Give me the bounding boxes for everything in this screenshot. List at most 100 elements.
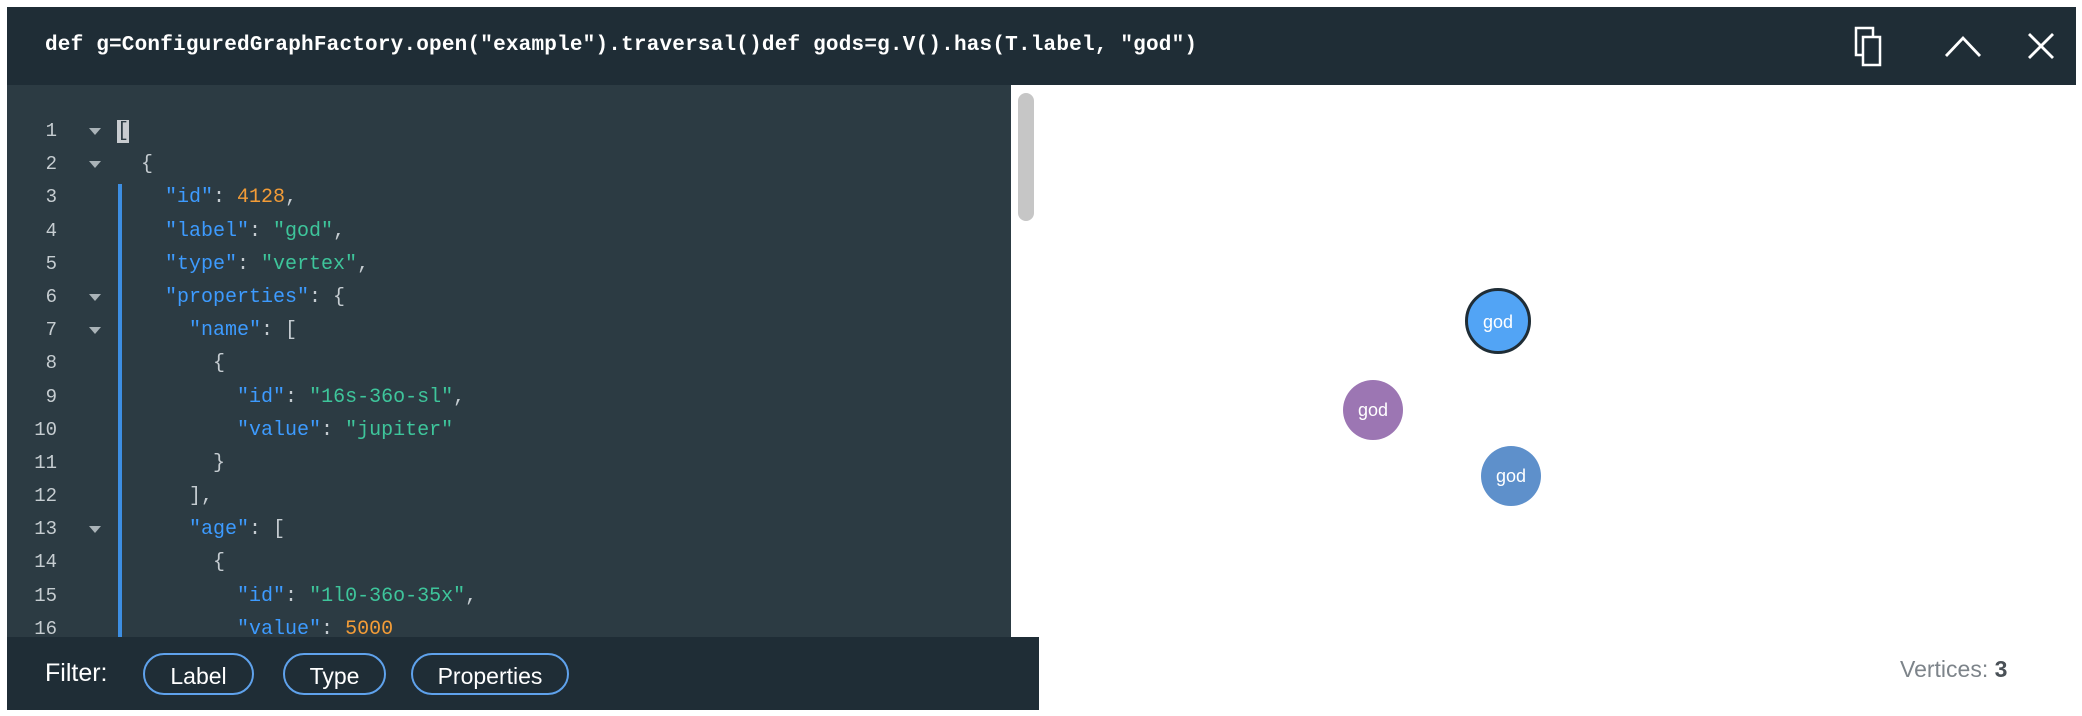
code-token: : { [309, 285, 346, 309]
fold-caret-icon[interactable] [87, 281, 103, 314]
code-text: ], [117, 480, 213, 513]
code-text: "type": "vertex", [117, 248, 369, 281]
graph-node[interactable]: god [1343, 380, 1403, 440]
code-token: "id" [237, 584, 286, 608]
code-text: "name": [ [117, 314, 297, 347]
fold-caret-icon[interactable] [87, 314, 103, 347]
editor-scrollbar-thumb[interactable] [1018, 93, 1034, 221]
code-text: { [117, 347, 225, 380]
graph-node[interactable]: god [1465, 288, 1531, 354]
code-line[interactable]: 13 "age": [ [7, 513, 1007, 546]
fold-caret-icon[interactable] [87, 148, 103, 181]
code-line[interactable]: 1[ [7, 115, 1007, 148]
code-token: : [249, 219, 274, 243]
code-line[interactable]: 9 "id": "16s-36o-sl", [7, 381, 1007, 414]
filter-label: Filter: [45, 659, 108, 687]
line-number: 10 [34, 418, 57, 441]
code-line[interactable]: 12 ], [7, 480, 1007, 513]
code-line[interactable]: 14 { [7, 546, 1007, 579]
code-line[interactable]: 7 "name": [ [7, 314, 1007, 347]
code-token: 5000 [345, 617, 394, 637]
filter-chip-type[interactable]: Type [283, 653, 386, 695]
code-token: "1l0-36o-35x" [309, 584, 466, 608]
code-text: "label": "god", [117, 215, 345, 248]
code-token: "label" [165, 219, 250, 243]
code-line[interactable]: 10 "value": "jupiter" [7, 414, 1007, 447]
close-icon [2028, 33, 2054, 59]
graph-node[interactable]: god [1481, 446, 1541, 506]
code-line[interactable]: 16 "value": 5000 [7, 613, 1007, 637]
code-token: , [453, 385, 466, 409]
code-token: : [213, 186, 238, 210]
line-number: 15 [34, 584, 57, 607]
query-header: def g=ConfiguredGraphFactory.open("examp… [7, 7, 2076, 85]
fold-caret-icon[interactable] [87, 513, 103, 546]
copy-button[interactable] [1847, 24, 1891, 68]
code-token: "god" [273, 219, 334, 243]
vertex-count: Vertices: 3 [1900, 650, 2007, 688]
code-line[interactable]: 4 "label": "god", [7, 215, 1007, 248]
filter-chip-label[interactable]: Label [143, 653, 254, 695]
line-number: 16 [34, 617, 57, 637]
code-token: : [237, 252, 262, 276]
line-number: 9 [45, 385, 57, 408]
code-text: "age": [ [117, 513, 285, 546]
code-token: "properties" [165, 285, 310, 309]
graph-canvas[interactable] [1039, 85, 2076, 710]
code-token: { [117, 352, 226, 376]
code-line[interactable]: 8 { [7, 347, 1007, 380]
code-token: , [465, 584, 478, 608]
code-token: "value" [237, 617, 322, 637]
query-result-panel: def g=ConfiguredGraphFactory.open("examp… [7, 7, 2076, 710]
line-number: 12 [34, 485, 57, 508]
code-line[interactable]: 11 } [7, 447, 1007, 480]
code-text: { [117, 546, 225, 579]
code-text: "id": 4128, [117, 181, 297, 214]
code-text: "properties": { [117, 281, 345, 314]
code-token: : [285, 385, 310, 409]
code-token: : [ [249, 518, 286, 542]
code-text: } [117, 447, 225, 480]
filter-bar: Filter: Label Type Properties [7, 637, 1039, 710]
json-editor[interactable]: 1[2 {3 "id": 4128, 4 "label": "god", 5 "ty… [7, 85, 1011, 637]
code-line[interactable]: 3 "id": 4128, [7, 181, 1007, 214]
code-token: "jupiter" [345, 418, 454, 442]
chevron-up-icon [1944, 35, 1982, 57]
code-line[interactable]: 2 { [7, 148, 1007, 181]
code-token: "age" [189, 518, 250, 542]
code-token: "id" [237, 385, 286, 409]
code-line[interactable]: 6 "properties": { [7, 281, 1007, 314]
code-line[interactable]: 15 "id": "1l0-36o-35x", [7, 580, 1007, 613]
line-number: 14 [34, 551, 57, 574]
code-line[interactable]: 5 "type": "vertex", [7, 248, 1007, 281]
code-lines: 1[2 {3 "id": 4128, 4 "label": "god", 5 "ty… [7, 115, 1007, 637]
code-token: } [117, 451, 226, 475]
code-token: ], [117, 485, 214, 509]
line-number: 13 [34, 518, 57, 541]
code-token: , [285, 186, 298, 210]
code-token: : [321, 617, 346, 637]
filter-chip-properties[interactable]: Properties [411, 653, 569, 695]
code-token: "id" [165, 186, 214, 210]
code-token: , [357, 252, 370, 276]
line-number: 4 [45, 219, 57, 242]
line-number: 8 [45, 352, 57, 375]
code-text: "value": 5000 [117, 613, 393, 637]
code-token: "type" [165, 252, 238, 276]
code-token: : [ [261, 319, 298, 343]
text-cursor: [ [117, 120, 130, 143]
query-text: def g=ConfiguredGraphFactory.open("examp… [45, 34, 1198, 57]
code-token: : [285, 584, 310, 608]
close-button[interactable] [2019, 24, 2063, 68]
line-number: 3 [45, 186, 57, 209]
fold-caret-icon[interactable] [87, 115, 103, 148]
code-text: "value": "jupiter" [117, 414, 453, 447]
collapse-button[interactable] [1941, 24, 1985, 68]
